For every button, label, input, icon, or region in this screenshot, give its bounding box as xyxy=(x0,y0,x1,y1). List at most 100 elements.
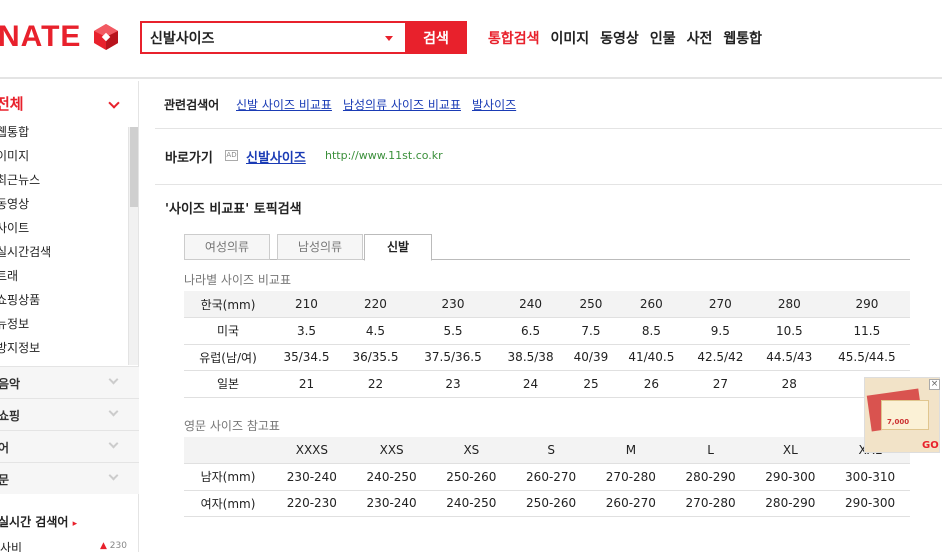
table-cell: 260-270 xyxy=(591,490,671,517)
sidebar-item-shopping[interactable]: 쇼핑상품 xyxy=(0,289,124,313)
table-row: 일본 21 22 23 24 25 26 27 28 xyxy=(184,370,910,398)
nate-logo[interactable]: NATE xyxy=(0,20,81,54)
table-cell: 300-310 xyxy=(830,463,910,491)
table-cell: 240-250 xyxy=(351,463,432,491)
ad-price: 7,000 xyxy=(887,418,910,426)
table-cell: 미국 xyxy=(184,317,272,345)
sidebar-section-shopping[interactable]: 쇼핑 xyxy=(0,398,139,430)
chevron-down-icon xyxy=(108,374,119,385)
table-row: 남자(mm) 230-240 240-250 250-260 260-270 2… xyxy=(184,463,910,491)
autocomplete-toggle-icon[interactable] xyxy=(385,36,393,41)
nav-web[interactable]: 웹통합 xyxy=(723,28,762,48)
nav-video[interactable]: 동영상 xyxy=(600,28,639,48)
section-label: 문 xyxy=(0,473,10,487)
table-cell: 24 xyxy=(496,370,566,398)
nav-dictionary[interactable]: 사전 xyxy=(687,28,713,48)
country-size-table: 한국(mm) 210 220 230 240 250 260 270 280 2… xyxy=(184,291,910,398)
topic-search-title: '사이즈 비교표' 토픽검색 xyxy=(165,202,302,217)
table-cell: 280 xyxy=(754,291,824,318)
table-cell: 240 xyxy=(496,291,566,318)
table-cell: 10.5 xyxy=(754,317,824,345)
tab-shoes[interactable]: 신발 xyxy=(364,234,432,261)
tab-women-clothing[interactable]: 여성의류 xyxy=(184,234,270,260)
sidebar-item-realtime[interactable]: 실시간검색 xyxy=(0,241,124,265)
sidebar-head-all[interactable]: 전체 xyxy=(0,93,24,114)
table-row: 한국(mm) 210 220 230 240 250 260 270 280 2… xyxy=(184,291,910,318)
table-cell: 260-270 xyxy=(511,463,591,491)
sidebar-item-local-info[interactable]: 방지정보 xyxy=(0,337,124,361)
table-cell: 23 xyxy=(409,370,497,398)
sidebar-item-image[interactable]: 이미지 xyxy=(0,145,124,169)
table-cell: 남자(mm) xyxy=(184,463,272,491)
table-cell: 250-260 xyxy=(431,463,512,491)
sidebar-item-video[interactable]: 동영상 xyxy=(0,193,124,217)
table-cell: 26 xyxy=(616,370,686,398)
section-label: 음악 xyxy=(0,377,21,391)
shortcut-link[interactable]: 신발사이즈 xyxy=(246,147,306,166)
table-row: 미국 3.5 4.5 5.5 6.5 7.5 8.5 9.5 10.5 11.5 xyxy=(184,317,910,345)
search-button[interactable]: 검색 xyxy=(405,21,467,54)
table-cell: L xyxy=(670,437,751,464)
table-cell: 260 xyxy=(616,291,686,318)
table-cell: 270 xyxy=(685,291,755,318)
table-cell: 4.5 xyxy=(340,317,410,345)
sidebar-scrollbar[interactable] xyxy=(128,127,138,365)
table-cell: 21 xyxy=(272,370,341,398)
sidebar-section-qa[interactable]: 문 xyxy=(0,462,139,494)
close-icon[interactable]: × xyxy=(929,379,940,390)
related-search-links: 신발 사이즈 비교표 남성의류 사이즈 비교표 발사이즈 xyxy=(236,96,516,113)
search-input[interactable] xyxy=(150,29,375,47)
table-cell: M xyxy=(591,437,671,464)
table-cell: 290-300 xyxy=(750,463,831,491)
table-cell: 25 xyxy=(565,370,617,398)
ad-go-label[interactable]: GO xyxy=(922,440,939,451)
related-link-men-clothing[interactable]: 남성의류 사이즈 비교표 xyxy=(343,96,461,113)
table-cell: 5.5 xyxy=(409,317,497,345)
nav-integrated-search[interactable]: 통합검색 xyxy=(488,28,540,48)
table-cell: 230-240 xyxy=(351,490,432,517)
nav-image[interactable]: 이미지 xyxy=(551,28,590,48)
chevron-down-icon[interactable] xyxy=(108,97,120,109)
table-cell: S xyxy=(511,437,591,464)
search-box xyxy=(140,21,405,54)
sidebar-section-music[interactable]: 음악 xyxy=(0,366,139,398)
nav-person[interactable]: 인물 xyxy=(650,28,676,48)
table-cell: 220 xyxy=(340,291,410,318)
table-cell: 240-250 xyxy=(431,490,512,517)
floating-ad[interactable]: 7,000 GO × xyxy=(864,377,940,453)
table-cell xyxy=(184,437,272,464)
table-cell: 42.5/42 xyxy=(685,344,755,371)
arrow-up-icon: ▲ xyxy=(100,541,107,551)
table-cell: 일본 xyxy=(184,370,272,398)
table-cell: 230-240 xyxy=(272,463,352,491)
search-category-nav: 통합검색 이미지 동영상 인물 사전 웹통합 xyxy=(488,28,762,48)
scrollbar-thumb[interactable] xyxy=(130,127,138,207)
table-cell: 28 xyxy=(754,370,824,398)
table-cell: 6.5 xyxy=(496,317,566,345)
chevron-down-icon xyxy=(108,438,119,449)
table-cell: 45.5/44.5 xyxy=(823,344,910,371)
table-cell: 40/39 xyxy=(565,344,617,371)
table-cell: XXS xyxy=(351,437,432,464)
related-search-bar: 관련검색어 신발 사이즈 비교표 남성의류 사이즈 비교표 발사이즈 xyxy=(155,81,942,129)
shortcut-url[interactable]: http://www.11st.co.kr xyxy=(325,149,443,162)
realtime-keywords-title[interactable]: 실시간 검색어 ▸ xyxy=(0,513,77,530)
header: NATE 검색 통합검색 이미지 동영상 인물 사전 웹통합 xyxy=(0,0,942,79)
table-row: 여자(mm) 220-230 230-240 240-250 250-260 2… xyxy=(184,490,910,517)
sidebar-item-trade[interactable]: 트래 xyxy=(0,265,124,289)
table-cell: 44.5/43 xyxy=(754,344,824,371)
main-content: 관련검색어 신발 사이즈 비교표 남성의류 사이즈 비교표 발사이즈 바로가기 … xyxy=(155,81,942,552)
tab-men-clothing[interactable]: 남성의류 xyxy=(277,234,363,260)
size-tabs: 여성의류 남성의류 신발 xyxy=(184,234,910,261)
sidebar-item-news[interactable]: 최근뉴스 xyxy=(0,169,124,193)
letter-size-table: XXXS XXS XS S M L XL XXL 남자(mm) 230-240 … xyxy=(184,437,910,517)
table-cell: 210 xyxy=(272,291,341,318)
table-cell: 220-230 xyxy=(272,490,352,517)
sidebar-item-web[interactable]: 웹통합 xyxy=(0,121,124,145)
realtime-keyword-item[interactable]: 사비 ▲ 230 xyxy=(0,539,139,552)
sidebar-section-language[interactable]: 어 xyxy=(0,430,139,462)
sidebar-item-site[interactable]: 사이트 xyxy=(0,217,124,241)
related-link-foot-size[interactable]: 발사이즈 xyxy=(472,96,516,113)
sidebar-item-info[interactable]: 뉴정보 xyxy=(0,313,124,337)
related-link-shoe-size[interactable]: 신발 사이즈 비교표 xyxy=(236,96,332,113)
